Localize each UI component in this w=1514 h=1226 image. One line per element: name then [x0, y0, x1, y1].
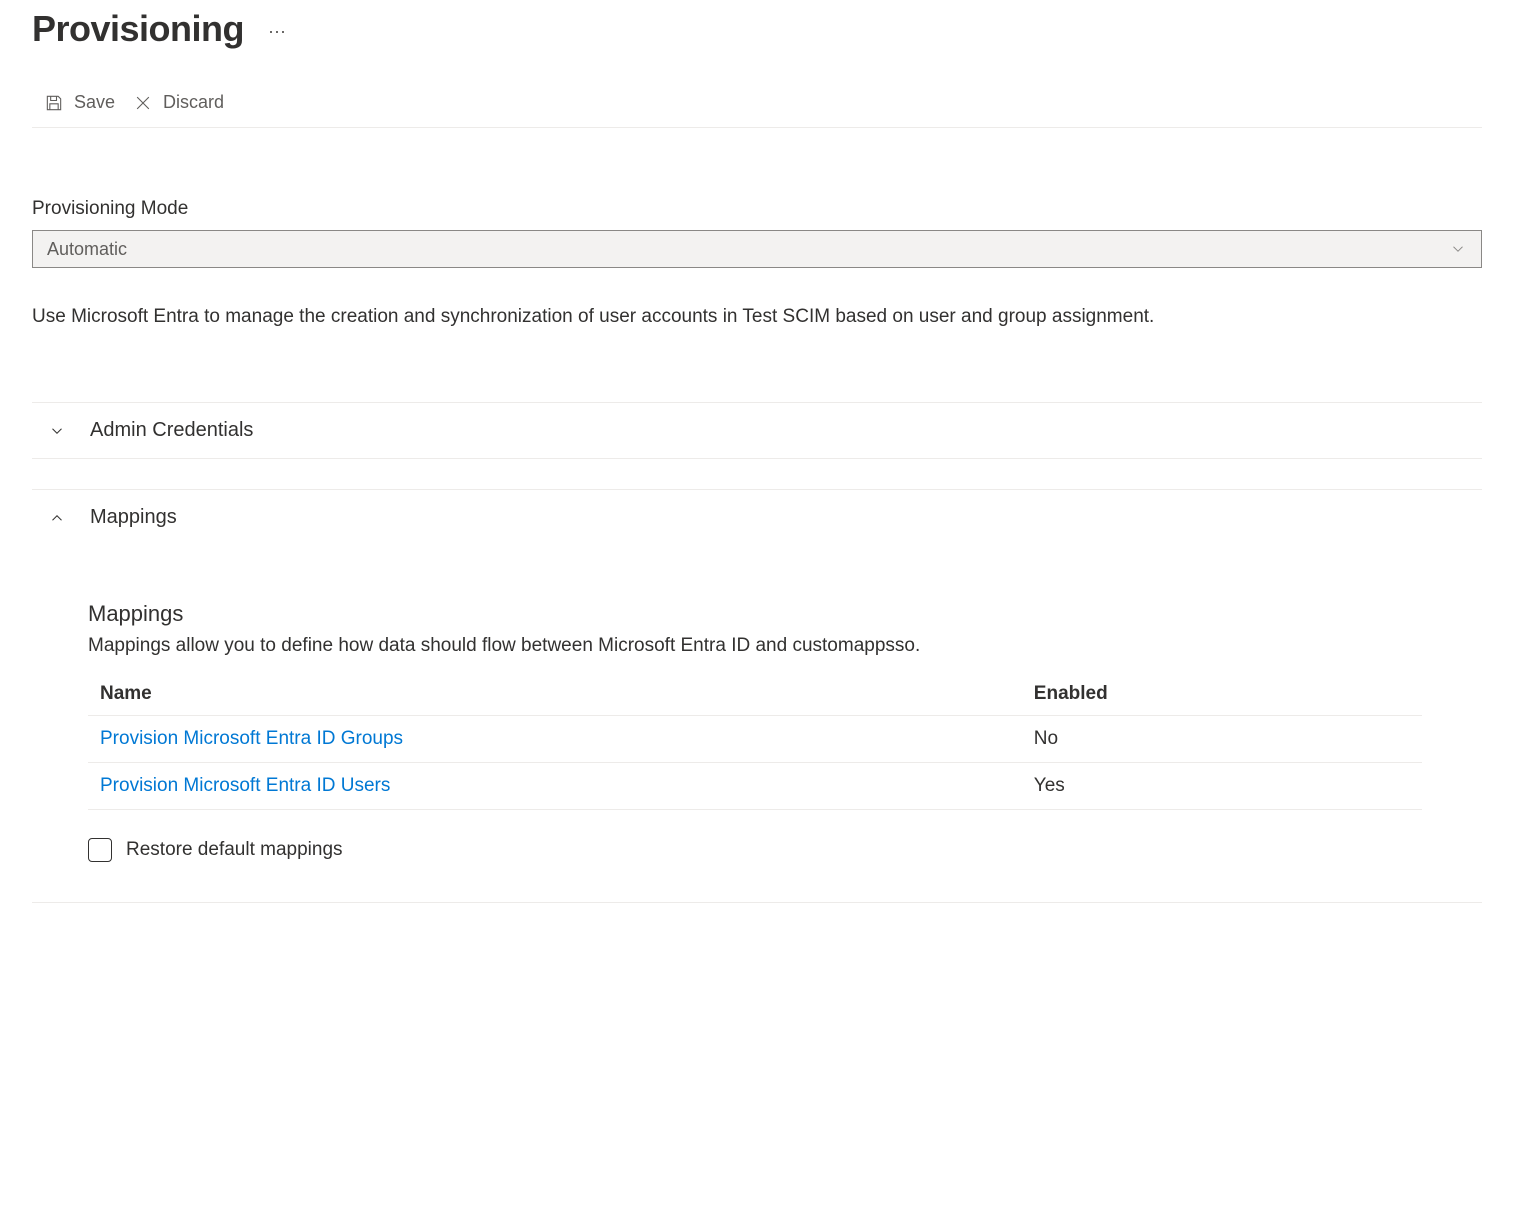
table-row: Provision Microsoft Entra ID Users Yes — [88, 763, 1422, 810]
provisioning-mode-value: Automatic — [47, 239, 127, 260]
mapping-link-groups[interactable]: Provision Microsoft Entra ID Groups — [100, 728, 403, 749]
discard-label: Discard — [163, 92, 224, 113]
table-header-enabled: Enabled — [1022, 673, 1422, 716]
provisioning-mode-label: Provisioning Mode — [32, 198, 1482, 220]
page-title: Provisioning — [32, 8, 244, 50]
mappings-description: Mappings allow you to define how data sh… — [88, 635, 1482, 657]
mappings-subtitle: Mappings — [88, 601, 1482, 627]
mappings-section: Mappings Mappings Mappings allow you to … — [32, 489, 1482, 903]
toolbar: Save Discard — [32, 62, 1482, 128]
admin-credentials-title: Admin Credentials — [90, 419, 253, 442]
restore-default-label: Restore default mappings — [126, 839, 343, 861]
admin-credentials-header[interactable]: Admin Credentials — [32, 403, 1482, 458]
table-header-name: Name — [88, 673, 1022, 716]
table-row: Provision Microsoft Entra ID Groups No — [88, 716, 1422, 763]
provisioning-mode-select[interactable]: Automatic — [32, 230, 1482, 268]
save-button[interactable]: Save — [44, 92, 115, 113]
mapping-enabled-value: Yes — [1022, 763, 1422, 810]
save-icon — [44, 93, 64, 113]
mapping-enabled-value: No — [1022, 716, 1422, 763]
restore-default-checkbox[interactable] — [88, 838, 112, 862]
provisioning-description: Use Microsoft Entra to manage the creati… — [32, 302, 1482, 332]
discard-button[interactable]: Discard — [133, 92, 224, 113]
save-label: Save — [74, 92, 115, 113]
chevron-down-icon — [1449, 240, 1467, 258]
mappings-title: Mappings — [90, 506, 177, 529]
mappings-header[interactable]: Mappings — [32, 490, 1482, 545]
chevron-up-icon — [48, 509, 66, 527]
mapping-link-users[interactable]: Provision Microsoft Entra ID Users — [100, 775, 390, 796]
admin-credentials-section: Admin Credentials — [32, 402, 1482, 459]
mappings-table: Name Enabled Provision Microsoft Entra I… — [88, 673, 1422, 810]
close-icon — [133, 93, 153, 113]
more-menu-icon[interactable]: ⋯ — [268, 22, 288, 43]
chevron-down-icon — [48, 422, 66, 440]
